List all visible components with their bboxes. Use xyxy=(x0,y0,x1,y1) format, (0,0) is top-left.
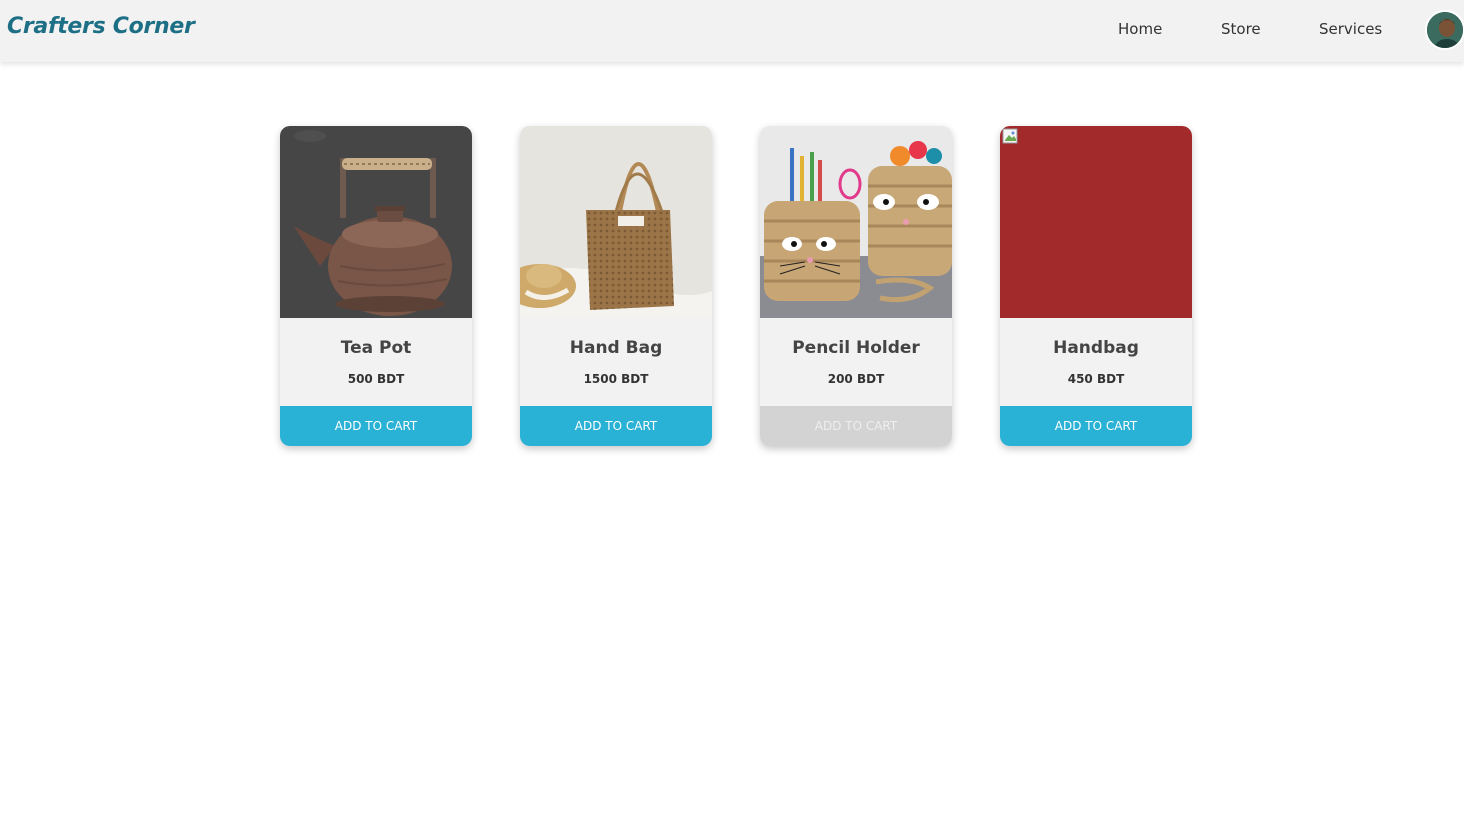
add-to-cart-button[interactable]: ADD TO CART xyxy=(280,406,472,446)
product-image-hand-bag[interactable] xyxy=(520,126,712,318)
product-title: Handbag xyxy=(1053,338,1139,358)
product-price: 500 BDT xyxy=(347,372,405,386)
add-to-cart-button[interactable]: ADD TO CART xyxy=(1000,406,1192,446)
product-title: Hand Bag xyxy=(569,338,663,358)
product-price: 200 BDT xyxy=(827,372,885,386)
add-to-cart-button[interactable]: ADD TO CART xyxy=(520,406,712,446)
product-price: 1500 BDT xyxy=(583,372,649,386)
product-title: Pencil Holder xyxy=(792,338,920,358)
nav-home[interactable]: Home xyxy=(1118,20,1162,38)
product-card: Hand Bag 1500 BDT ADD TO CART xyxy=(520,126,712,446)
user-avatar[interactable] xyxy=(1425,10,1464,50)
product-image-teapot[interactable] xyxy=(280,126,472,318)
product-image-handbag[interactable] xyxy=(1000,126,1192,318)
avatar-image xyxy=(1427,12,1463,48)
brand-logo[interactable]: Crafters Corner xyxy=(7,14,195,39)
broken-image-icon xyxy=(1002,128,1018,144)
product-title: Tea Pot xyxy=(340,338,412,358)
product-price: 450 BDT xyxy=(1067,372,1125,386)
product-card: Pencil Holder 200 BDT ADD TO CART xyxy=(760,126,952,446)
navbar: Crafters Corner Home Store Services xyxy=(0,0,1464,62)
add-to-cart-button[interactable]: ADD TO CART xyxy=(760,406,952,446)
product-card: Tea Pot 500 BDT ADD TO CART xyxy=(280,126,472,446)
product-image-pencil-holder[interactable] xyxy=(760,126,952,318)
product-card: Handbag 450 BDT ADD TO CART xyxy=(1000,126,1192,446)
nav-store[interactable]: Store xyxy=(1221,20,1261,38)
nav-services[interactable]: Services xyxy=(1319,20,1382,38)
